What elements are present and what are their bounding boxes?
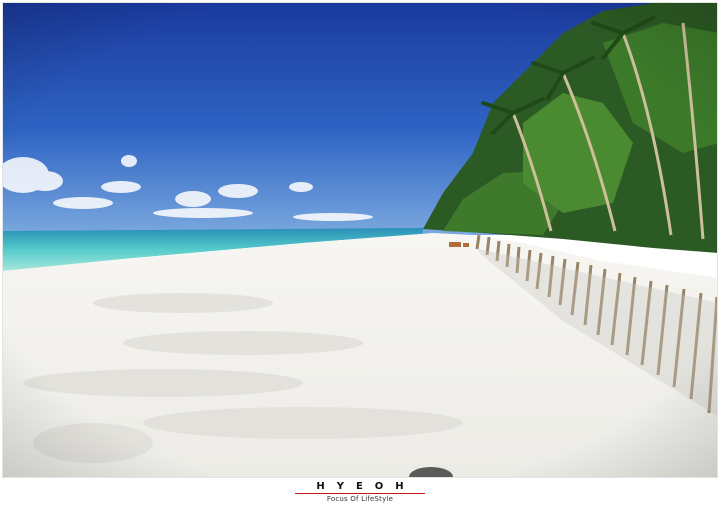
- photo-caption: HYEOH Focus Of LifeStyle: [0, 478, 720, 506]
- tagline-text: Focus Of LifeStyle: [326, 495, 394, 503]
- brand-text: HYEOH: [316, 481, 416, 492]
- photo-frame: HYEOH Focus Of LifeStyle: [0, 0, 720, 506]
- vignette: [3, 3, 717, 477]
- beach-photo: [2, 2, 718, 478]
- brand-rule: [295, 493, 425, 494]
